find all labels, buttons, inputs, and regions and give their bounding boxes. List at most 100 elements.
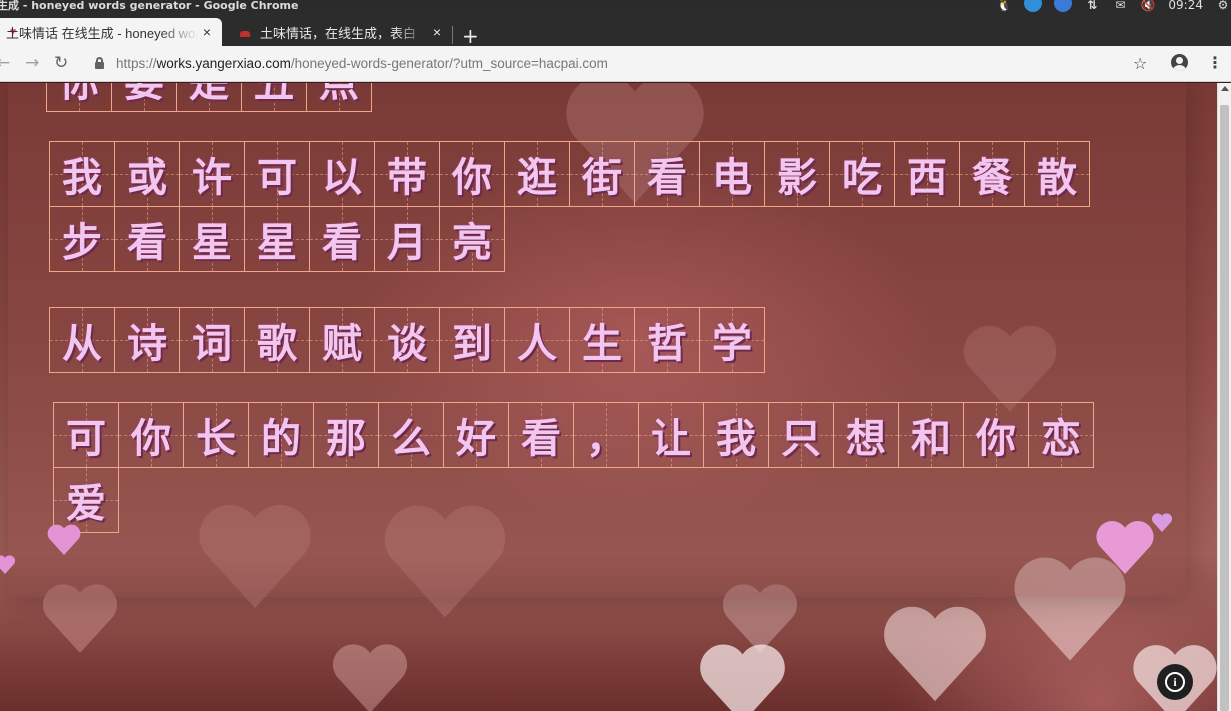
- char-cell: 可: [53, 402, 119, 468]
- char-cell: 亮: [439, 206, 505, 272]
- char-glyph: 星: [192, 220, 232, 266]
- char-cell: 和: [898, 402, 964, 468]
- browser-toolbar: ← → ↻ https://works.yangerxiao.com/honey…: [0, 46, 1231, 82]
- char-glyph: 亮: [452, 220, 492, 266]
- char-cell: 你: [118, 402, 184, 468]
- char-glyph: 可: [66, 416, 106, 462]
- char-glyph: 你: [131, 416, 171, 462]
- clock[interactable]: 09:24: [1168, 0, 1203, 12]
- char-cell: 带: [374, 141, 440, 207]
- gear-icon[interactable]: ⚙: [1215, 0, 1231, 12]
- char-glyph: 那: [326, 416, 366, 462]
- char-cell: 是: [176, 83, 242, 112]
- char-glyph: 电: [712, 155, 752, 201]
- char-cell: 学: [699, 307, 765, 373]
- network-icon[interactable]: ⇅: [1084, 0, 1100, 12]
- char-cell: 要: [111, 83, 177, 112]
- volume-muted-icon[interactable]: 🔇: [1140, 0, 1156, 12]
- new-tab-button[interactable]: +: [462, 26, 479, 46]
- char-cell: 生: [569, 307, 635, 373]
- char-glyph: 我: [716, 416, 756, 462]
- char-glyph: 带: [387, 155, 427, 201]
- text-line-3: 从诗词歌赋谈到人生哲学: [49, 307, 1109, 373]
- tab-honeyed-words[interactable]: ♥ 土味情话 在线生成 - honeyed words generator ×: [0, 18, 222, 46]
- tab-second[interactable]: 土味情话，在线生成，表白 ×: [230, 18, 452, 46]
- forward-arrow-icon[interactable]: →: [25, 53, 39, 73]
- char-cell: 哲: [634, 307, 700, 373]
- telegram-icon[interactable]: [1024, 0, 1043, 12]
- char-cell: 逛: [504, 141, 570, 207]
- char-glyph: 恋: [1041, 416, 1081, 462]
- scroll-up-arrow-icon[interactable]: [1221, 86, 1229, 91]
- reload-icon[interactable]: ↻: [54, 53, 68, 73]
- char-glyph: 散: [1037, 155, 1077, 201]
- bookmark-star-icon[interactable]: ☆: [1133, 54, 1147, 73]
- char-glyph: 哲: [647, 321, 687, 367]
- char-glyph: 你: [59, 83, 99, 106]
- char-cell: 看: [634, 141, 700, 207]
- char-glyph: 星: [257, 220, 297, 266]
- char-glyph: 看: [647, 155, 687, 201]
- char-glyph: 赋: [322, 321, 362, 367]
- char-glyph: 谈: [387, 321, 427, 367]
- char-cell: 我: [49, 141, 115, 207]
- char-glyph: 或: [127, 155, 167, 201]
- char-cell: 看: [114, 206, 180, 272]
- char-glyph: ，: [586, 416, 626, 462]
- char-glyph: 是: [189, 83, 229, 106]
- char-cell: 歌: [244, 307, 310, 373]
- char-cell: 步: [49, 206, 115, 272]
- char-cell: 或: [114, 141, 180, 207]
- tab-separator: [452, 26, 453, 44]
- char-cell: 从: [49, 307, 115, 373]
- close-icon[interactable]: ×: [428, 24, 446, 40]
- char-cell: ，: [573, 402, 639, 468]
- char-cell: 看: [309, 206, 375, 272]
- os-top-bar: 生成 - honeyed words generator - Google Ch…: [0, 0, 1231, 12]
- char-cell: 丑: [241, 83, 307, 112]
- char-cell: 电: [699, 141, 765, 207]
- char-cell: 么: [378, 402, 444, 468]
- char-cell: 恋: [1028, 402, 1094, 468]
- char-cell: 赋: [309, 307, 375, 373]
- vertical-scrollbar[interactable]: [1217, 83, 1231, 711]
- char-cell: 词: [179, 307, 245, 373]
- back-arrow-icon[interactable]: ←: [0, 53, 10, 73]
- char-cell: 点: [306, 83, 372, 112]
- char-cell: 西: [894, 141, 960, 207]
- scrollbar-thumb[interactable]: [1220, 105, 1229, 711]
- char-glyph: 街: [582, 155, 622, 201]
- char-glyph: 以: [322, 155, 362, 201]
- mail-icon[interactable]: ✉: [1112, 0, 1128, 12]
- char-glyph: 要: [124, 83, 164, 106]
- char-cell: 那: [313, 402, 379, 468]
- close-icon[interactable]: ×: [198, 24, 216, 40]
- char-cell: 可: [244, 141, 310, 207]
- heart-icon: [1151, 513, 1173, 532]
- account-icon[interactable]: [1171, 54, 1188, 71]
- char-glyph: 人: [517, 321, 557, 367]
- lock-icon[interactable]: [95, 57, 104, 69]
- char-glyph: 看: [521, 416, 561, 462]
- char-cell: 让: [638, 402, 704, 468]
- char-cell: 谈: [374, 307, 440, 373]
- char-glyph: 看: [127, 220, 167, 266]
- char-glyph: 学: [712, 321, 752, 367]
- char-glyph: 吃: [842, 155, 882, 201]
- menu-dots-icon[interactable]: ⋮: [1207, 53, 1223, 72]
- char-cell: 我: [703, 402, 769, 468]
- address-bar[interactable]: https://works.yangerxiao.com/honeyed-wor…: [116, 56, 608, 71]
- red-site-icon: [240, 31, 250, 37]
- char-glyph: 么: [391, 416, 431, 462]
- chat-icon[interactable]: [1054, 0, 1073, 12]
- char-cell: 长: [183, 402, 249, 468]
- char-glyph: 的: [261, 416, 301, 462]
- char-glyph: 生: [582, 321, 622, 367]
- char-cell: 你: [46, 83, 112, 112]
- info-button[interactable]: i: [1157, 664, 1193, 700]
- heart-icon: [330, 643, 410, 711]
- url-path: /honeyed-words-generator/?utm_source=hac…: [290, 56, 608, 71]
- penguin-icon[interactable]: 🐧: [996, 0, 1012, 12]
- char-glyph: 从: [62, 321, 102, 367]
- char-cell: 诗: [114, 307, 180, 373]
